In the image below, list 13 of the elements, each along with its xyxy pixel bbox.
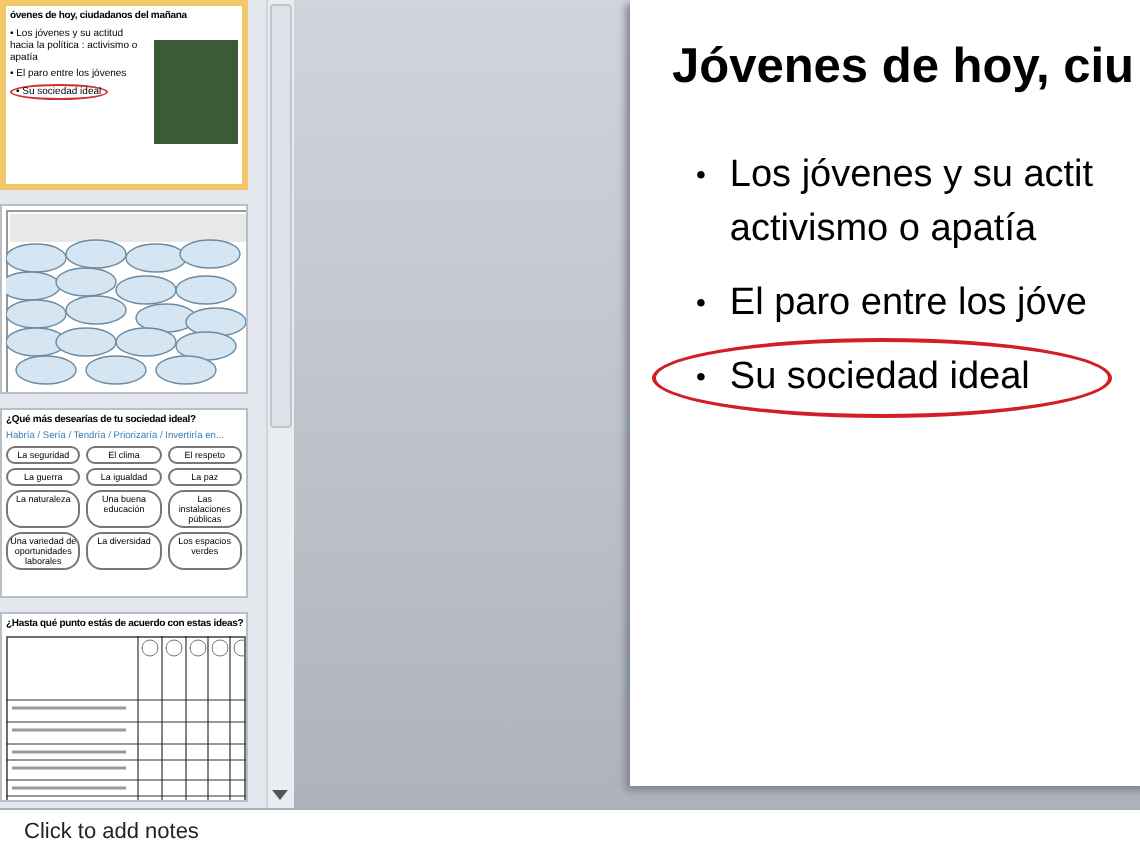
bullet-text: Su sociedad ideal (729, 354, 1030, 402)
picture-placeholder (154, 40, 238, 144)
slide-thumbnail[interactable] (0, 408, 248, 598)
scroll-down-icon[interactable] (272, 790, 289, 800)
scrollbar[interactable] (266, 0, 294, 808)
scrollbar-thumb[interactable] (270, 4, 292, 428)
bullet-icon: • (696, 276, 706, 330)
notes-field[interactable]: Click to add notes (24, 820, 244, 844)
bullet-text: El paro entre los jóve (729, 280, 1087, 328)
bullet-icon: • (696, 350, 706, 404)
bullet-icon: • (696, 148, 706, 256)
bullet-text: Los jóvenes y su actit activismo o apatía (729, 152, 1094, 254)
slide-title: Jóvenes de hoy, ciu (672, 40, 1137, 96)
